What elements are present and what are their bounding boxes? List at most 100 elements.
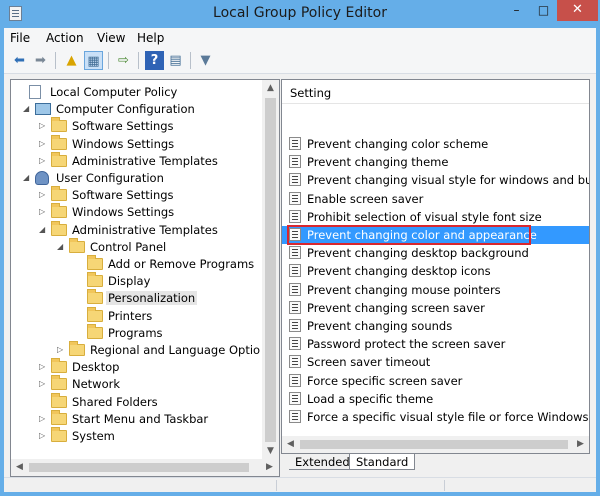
menu-bar: File Action View Help <box>4 28 596 47</box>
scroll-right-button[interactable]: ▶ <box>572 436 589 453</box>
tree-item-label: Software Settings <box>72 119 174 134</box>
menu-file[interactable]: File <box>10 31 30 45</box>
scroll-down-button[interactable]: ▼ <box>262 443 279 460</box>
setting-row[interactable]: Prevent changing theme <box>282 153 589 171</box>
export-icon: ⇨ <box>118 53 129 68</box>
tree-item-label: System <box>72 429 115 443</box>
toolbar-separator <box>138 52 139 69</box>
policy-setting-icon <box>289 355 301 369</box>
policy-setting-icon <box>289 246 301 260</box>
setting-row[interactable]: Prevent changing visual style for window… <box>282 171 589 189</box>
scroll-thumb[interactable] <box>265 98 276 442</box>
setting-row[interactable]: Prevent changing sounds <box>282 317 589 335</box>
column-header-setting[interactable]: Setting <box>282 80 589 104</box>
tree-item-label: Display <box>108 274 151 289</box>
up-one-level-button[interactable]: ▲ <box>62 51 81 70</box>
close-button[interactable]: ✕ <box>557 0 598 21</box>
list-horizontal-scrollbar[interactable]: ◀ ▶ <box>282 436 589 453</box>
tree-item-label: Add or Remove Programs <box>108 257 255 271</box>
scroll-left-button[interactable]: ◀ <box>11 459 28 476</box>
tree-item-label: Shared Folders <box>72 394 158 409</box>
tree-item-label: Software Settings <box>72 188 174 203</box>
folder-icon <box>51 151 67 167</box>
maximize-button[interactable]: □ <box>530 0 557 21</box>
setting-row[interactable]: Password protect the screen saver <box>282 335 589 353</box>
console-tree-pane[interactable]: Local Computer Policy ◢ Computer Configura… <box>10 79 280 477</box>
setting-row[interactable]: Prevent changing desktop background <box>282 244 589 262</box>
back-button[interactable]: ⬅ <box>10 51 29 70</box>
scroll-thumb[interactable] <box>300 440 568 449</box>
menu-help[interactable]: Help <box>137 31 164 45</box>
setting-row[interactable]: Prevent changing screen saver <box>282 299 589 317</box>
policy-setting-icon <box>289 391 301 405</box>
setting-label: Force a specific visual style file or fo… <box>307 410 589 424</box>
title-bar[interactable]: Local Group Policy Editor – □ ✕ <box>0 0 600 28</box>
folder-icon <box>51 220 67 236</box>
setting-label: Prevent changing sounds <box>307 319 453 333</box>
setting-row[interactable]: Force a specific visual style file or fo… <box>282 408 589 426</box>
tree-item-label: Computer Configuration <box>56 102 195 117</box>
menu-view[interactable]: View <box>97 31 125 45</box>
minimize-button[interactable]: – <box>503 0 530 21</box>
folder-icon <box>51 392 67 408</box>
scroll-right-button[interactable]: ▶ <box>261 459 278 476</box>
menu-action[interactable]: Action <box>46 31 84 45</box>
tree-item-label: Regional and Language Optio <box>90 343 261 357</box>
export-list-button[interactable]: ⇨ <box>114 51 133 70</box>
setting-row[interactable]: Prevent changing color scheme <box>282 135 589 153</box>
expand-arrow-icon[interactable]: ▷ <box>39 431 47 440</box>
scroll-up-button[interactable]: ▲ <box>262 80 279 97</box>
status-divider <box>444 480 445 491</box>
tab-standard[interactable]: Standard <box>349 454 416 470</box>
scroll-left-button[interactable]: ◀ <box>282 436 299 453</box>
expand-arrow-icon[interactable]: ▷ <box>39 139 47 148</box>
expand-arrow-icon[interactable]: ▷ <box>39 362 47 371</box>
collapse-arrow-icon[interactable]: ◢ <box>57 242 65 251</box>
tree-item-label: Network <box>72 377 121 392</box>
scroll-thumb[interactable] <box>29 463 249 472</box>
collapse-arrow-icon[interactable]: ◢ <box>39 225 47 234</box>
setting-row[interactable]: Enable screen saver <box>282 190 589 208</box>
properties-button[interactable]: ▤ <box>166 51 185 70</box>
setting-label: Prevent changing desktop icons <box>307 264 491 279</box>
setting-row[interactable]: Force specific screen saver <box>282 372 589 390</box>
show-hide-tree-button[interactable]: ▦ <box>84 51 103 70</box>
tree-item-label: Windows Settings <box>72 205 175 220</box>
setting-row[interactable]: Load a specific theme <box>282 390 589 408</box>
tree-item-label: Administrative Templates <box>72 222 218 237</box>
tree-item-label: Control Panel <box>90 239 167 254</box>
help-button[interactable]: ? <box>145 51 164 70</box>
folder-icon <box>69 341 85 356</box>
setting-label: Prevent changing visual style for window… <box>307 173 589 188</box>
forward-button[interactable]: ➡ <box>31 51 50 70</box>
console-tree-icon: ▦ <box>87 54 100 69</box>
expand-arrow-icon[interactable]: ▷ <box>39 207 47 216</box>
expand-arrow-icon[interactable]: ▷ <box>39 414 47 423</box>
setting-row[interactable]: Screen saver timeout <box>282 353 589 371</box>
expand-arrow-icon[interactable]: ▷ <box>39 190 47 199</box>
collapse-arrow-icon[interactable]: ◢ <box>23 104 31 113</box>
expand-arrow-icon[interactable]: ▷ <box>39 379 47 388</box>
tab-extended[interactable]: Extended <box>289 454 356 470</box>
settings-list-pane[interactable]: Setting Prevent changing color scheme Pre… <box>281 79 590 454</box>
back-arrow-icon: ⬅ <box>14 53 25 68</box>
setting-label: Enable screen saver <box>307 191 424 206</box>
toolbar-separator <box>190 52 191 69</box>
tree-item-label: Windows Settings <box>72 136 175 151</box>
expand-arrow-icon[interactable]: ▷ <box>39 156 47 165</box>
tree-vertical-scrollbar[interactable]: ▲ ▼ <box>262 80 279 461</box>
policy-setting-icon <box>289 337 301 351</box>
setting-row[interactable]: Prevent changing desktop icons <box>282 262 589 280</box>
setting-row[interactable]: Prevent changing mouse pointers <box>282 281 589 299</box>
expand-arrow-icon[interactable]: ▷ <box>39 121 47 130</box>
collapse-arrow-icon[interactable]: ◢ <box>23 173 31 182</box>
tree-horizontal-scrollbar[interactable]: ◀ ▶ <box>11 459 279 476</box>
filter-button[interactable]: ▼ <box>196 51 215 70</box>
policy-setting-icon <box>289 282 301 296</box>
expand-arrow-icon[interactable]: ▷ <box>57 345 65 354</box>
setting-row[interactable]: Prohibit selection of visual style font … <box>282 208 589 226</box>
client-area: File Action View Help ⬅ ➡ ▲ ▦ ⇨ ? ▤ ▼ Lo… <box>4 28 596 492</box>
tree-item-label: Start Menu and Taskbar <box>72 411 209 426</box>
folder-icon <box>69 237 85 253</box>
folder-icon <box>51 186 67 202</box>
